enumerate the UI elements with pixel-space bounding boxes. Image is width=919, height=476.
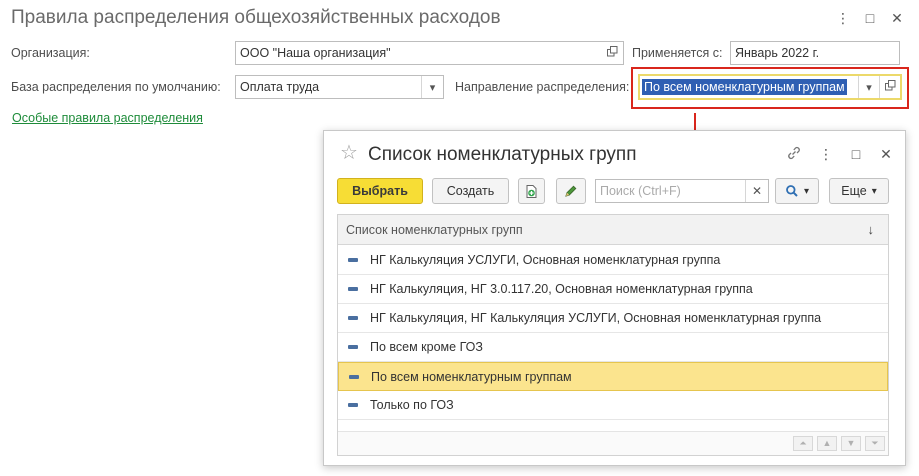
maximize-icon[interactable]: □ <box>847 145 865 163</box>
more-actions-icon[interactable]: ⋮ <box>817 145 835 163</box>
organization-label: Организация: <box>11 46 90 60</box>
item-marker-icon <box>348 345 358 349</box>
row-label: По всем номенклатурным группам <box>371 369 572 384</box>
table-row[interactable]: НГ Калькуляция, НГ 3.0.117.20, Основная … <box>338 275 888 304</box>
groups-table[interactable]: Список номенклатурных групп ↓ НГ Калькул… <box>337 214 889 456</box>
chevron-down-icon[interactable]: ▾ <box>859 81 879 94</box>
search-placeholder: Поиск (Ctrl+F) <box>600 184 681 198</box>
scroll-down-icon[interactable]: ▼ <box>841 436 861 451</box>
close-icon[interactable]: ✕ <box>889 10 905 26</box>
close-icon[interactable]: ✕ <box>877 145 895 163</box>
more-label: Еще <box>841 184 867 198</box>
column-header[interactable]: Список номенклатурных групп ↓ <box>338 215 888 245</box>
chevron-down-icon: ▾ <box>871 185 877 197</box>
pencil-icon <box>565 185 577 197</box>
select-button[interactable]: Выбрать <box>337 178 423 204</box>
base-value: Оплата труда <box>240 80 320 94</box>
organization-field[interactable]: ООО "Наша организация" <box>235 41 624 65</box>
open-icon[interactable] <box>880 80 900 94</box>
scroll-top-icon[interactable]: ⏶ <box>793 436 813 451</box>
scroll-up-icon[interactable]: ▲ <box>817 436 837 451</box>
table-footer: ⏶ ▲ ▼ ⏷ <box>338 431 888 455</box>
copy-button[interactable] <box>518 178 545 204</box>
row-label: НГ Калькуляция УСЛУГИ, Основная номенкла… <box>370 253 721 267</box>
organization-value: ООО "Наша организация" <box>240 46 391 60</box>
create-button[interactable]: Создать <box>432 178 509 204</box>
search-input[interactable]: Поиск (Ctrl+F) ✕ <box>595 179 769 203</box>
scroll-bottom-icon[interactable]: ⏷ <box>865 436 885 451</box>
open-icon[interactable] <box>602 46 623 60</box>
clear-icon[interactable]: ✕ <box>746 184 768 198</box>
applies-from-value: Январь 2022 г. <box>735 46 820 60</box>
maximize-icon[interactable]: □ <box>862 10 878 26</box>
copy-icon <box>526 184 537 198</box>
table-row[interactable]: По всем кроме ГОЗ <box>338 333 888 362</box>
sort-arrow-icon[interactable]: ↓ <box>868 222 875 237</box>
direction-label: Направление распределения: <box>455 80 630 94</box>
search-button[interactable]: ▾ <box>775 178 819 204</box>
row-label: НГ Калькуляция, НГ 3.0.117.20, Основная … <box>370 282 753 296</box>
popup-title: Список номенклатурных групп <box>368 144 637 165</box>
base-label: База распределения по умолчанию: <box>11 80 221 94</box>
chevron-down-icon[interactable]: ▾ <box>422 81 443 94</box>
direction-select[interactable]: По всем номенклатурным группам ▾ <box>638 74 902 100</box>
base-select[interactable]: Оплата труда ▾ <box>235 75 444 99</box>
item-marker-icon <box>348 258 358 262</box>
special-rules-link[interactable]: Особые правила распределения <box>12 111 203 125</box>
item-marker-icon <box>349 374 359 379</box>
row-label: По всем кроме ГОЗ <box>370 340 483 354</box>
table-row[interactable]: НГ Калькуляция, НГ Калькуляция УСЛУГИ, О… <box>338 304 888 333</box>
more-button[interactable]: Еще ▾ <box>829 178 889 204</box>
star-icon[interactable]: ☆ <box>340 142 358 164</box>
applies-from-field[interactable]: Январь 2022 г. <box>730 41 900 65</box>
column-header-label: Список номенклатурных групп <box>346 222 523 237</box>
row-label: НГ Калькуляция, НГ Калькуляция УСЛУГИ, О… <box>370 311 822 325</box>
row-label: Только по ГОЗ <box>370 398 454 412</box>
table-row[interactable]: По всем номенклатурным группам <box>338 362 888 391</box>
applies-from-label: Применяется с: <box>632 46 723 60</box>
nomenclature-groups-popup: ☆ Список номенклатурных групп ⋮ □ ✕ Выбр… <box>323 130 906 466</box>
item-marker-icon <box>348 316 358 320</box>
item-marker-icon <box>348 287 358 291</box>
item-marker-icon <box>348 403 358 407</box>
chevron-down-icon: ▾ <box>803 185 810 197</box>
link-icon[interactable] <box>785 145 803 165</box>
direction-value: По всем номенклатурным группам <box>642 79 847 95</box>
table-row[interactable]: НГ Калькуляция УСЛУГИ, Основная номенкла… <box>338 246 888 275</box>
more-actions-icon[interactable]: ⋮ <box>835 10 851 26</box>
window-title: Правила распределения общехозяйственных … <box>11 7 501 28</box>
table-row[interactable]: Только по ГОЗ <box>338 391 888 420</box>
edit-button[interactable] <box>556 178 586 204</box>
search-icon <box>786 185 798 197</box>
